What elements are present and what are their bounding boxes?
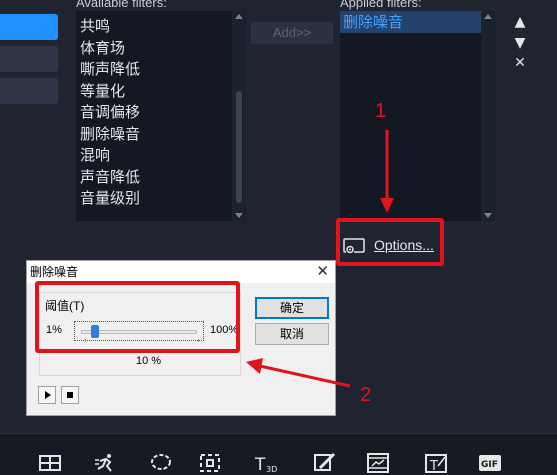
slider-value: 10 % xyxy=(136,355,162,367)
list-item[interactable]: 混响 xyxy=(80,145,246,167)
highlight-box-threshold xyxy=(35,281,240,353)
lasso-icon[interactable] xyxy=(149,452,173,474)
applied-filters-list[interactable]: 删除噪音 xyxy=(340,11,495,221)
play-button[interactable] xyxy=(38,386,56,404)
scroll-thumb[interactable] xyxy=(236,91,242,203)
available-filters-list[interactable]: 共鸣 体育场 嘶声降低 等量化 音调偏移 删除噪音 混响 声音降低 音量级别 xyxy=(76,11,246,221)
left-tab-active[interactable] xyxy=(0,14,58,40)
stop-button[interactable] xyxy=(61,386,79,404)
stop-icon xyxy=(67,392,73,398)
available-filters-label: Available filters: xyxy=(76,0,167,10)
list-item[interactable]: 声音降低 xyxy=(80,167,246,189)
paint-icon[interactable] xyxy=(312,452,336,474)
motion-icon[interactable] xyxy=(94,452,118,474)
applied-filter-item[interactable]: 删除噪音 xyxy=(340,11,481,33)
play-icon xyxy=(45,391,51,399)
scroll-down-icon[interactable] xyxy=(235,213,243,218)
filmstrip-icon[interactable] xyxy=(366,452,390,474)
list-item[interactable]: 音调偏移 xyxy=(80,102,246,124)
annotation-number-1: 1 xyxy=(375,100,387,122)
svg-text:GIF: GIF xyxy=(481,460,498,470)
list-item[interactable]: 删除噪音 xyxy=(80,124,246,146)
applied-scrollbar[interactable] xyxy=(481,11,495,221)
gif-icon[interactable]: GIF xyxy=(478,452,502,474)
grid-icon[interactable] xyxy=(38,452,62,474)
svg-text:T: T xyxy=(429,459,438,474)
ok-button[interactable]: 确定 xyxy=(255,297,329,319)
highlight-box-options xyxy=(336,218,444,266)
left-tab[interactable] xyxy=(0,46,58,72)
dialog-title: 删除噪音 xyxy=(27,261,335,283)
text-fx-icon[interactable]: T xyxy=(424,452,448,474)
crop-icon[interactable] xyxy=(198,452,222,474)
scroll-up-icon[interactable] xyxy=(235,14,243,19)
available-scrollbar[interactable] xyxy=(232,11,246,221)
move-down-button[interactable]: ▼ xyxy=(512,35,528,51)
cancel-button[interactable]: 取消 xyxy=(255,323,329,345)
close-icon[interactable]: ✕ xyxy=(316,261,329,283)
title-3d-icon[interactable]: T 3D xyxy=(254,452,278,474)
list-item[interactable]: 嘶声降低 xyxy=(80,59,246,81)
svg-text:3D: 3D xyxy=(266,465,277,474)
scroll-down-icon[interactable] xyxy=(484,213,492,218)
list-item[interactable]: 音量级别 xyxy=(80,188,246,210)
bottom-toolbar: T 3D T GIF xyxy=(0,433,557,475)
move-up-button[interactable]: ▲ xyxy=(512,14,528,30)
list-item[interactable]: 共鸣 xyxy=(80,16,246,38)
left-tab[interactable] xyxy=(0,78,58,104)
remove-filter-button[interactable]: ✕ xyxy=(512,55,528,71)
annotation-number-2: 2 xyxy=(360,384,372,406)
left-panel-strip xyxy=(0,0,62,110)
list-item[interactable]: 等量化 xyxy=(80,81,246,103)
svg-text:T: T xyxy=(254,455,266,474)
add-filter-button[interactable]: Add>> xyxy=(251,22,333,44)
list-item[interactable]: 体育场 xyxy=(80,38,246,60)
scroll-up-icon[interactable] xyxy=(484,14,492,19)
applied-filters-label: Applied filters: xyxy=(340,0,422,10)
